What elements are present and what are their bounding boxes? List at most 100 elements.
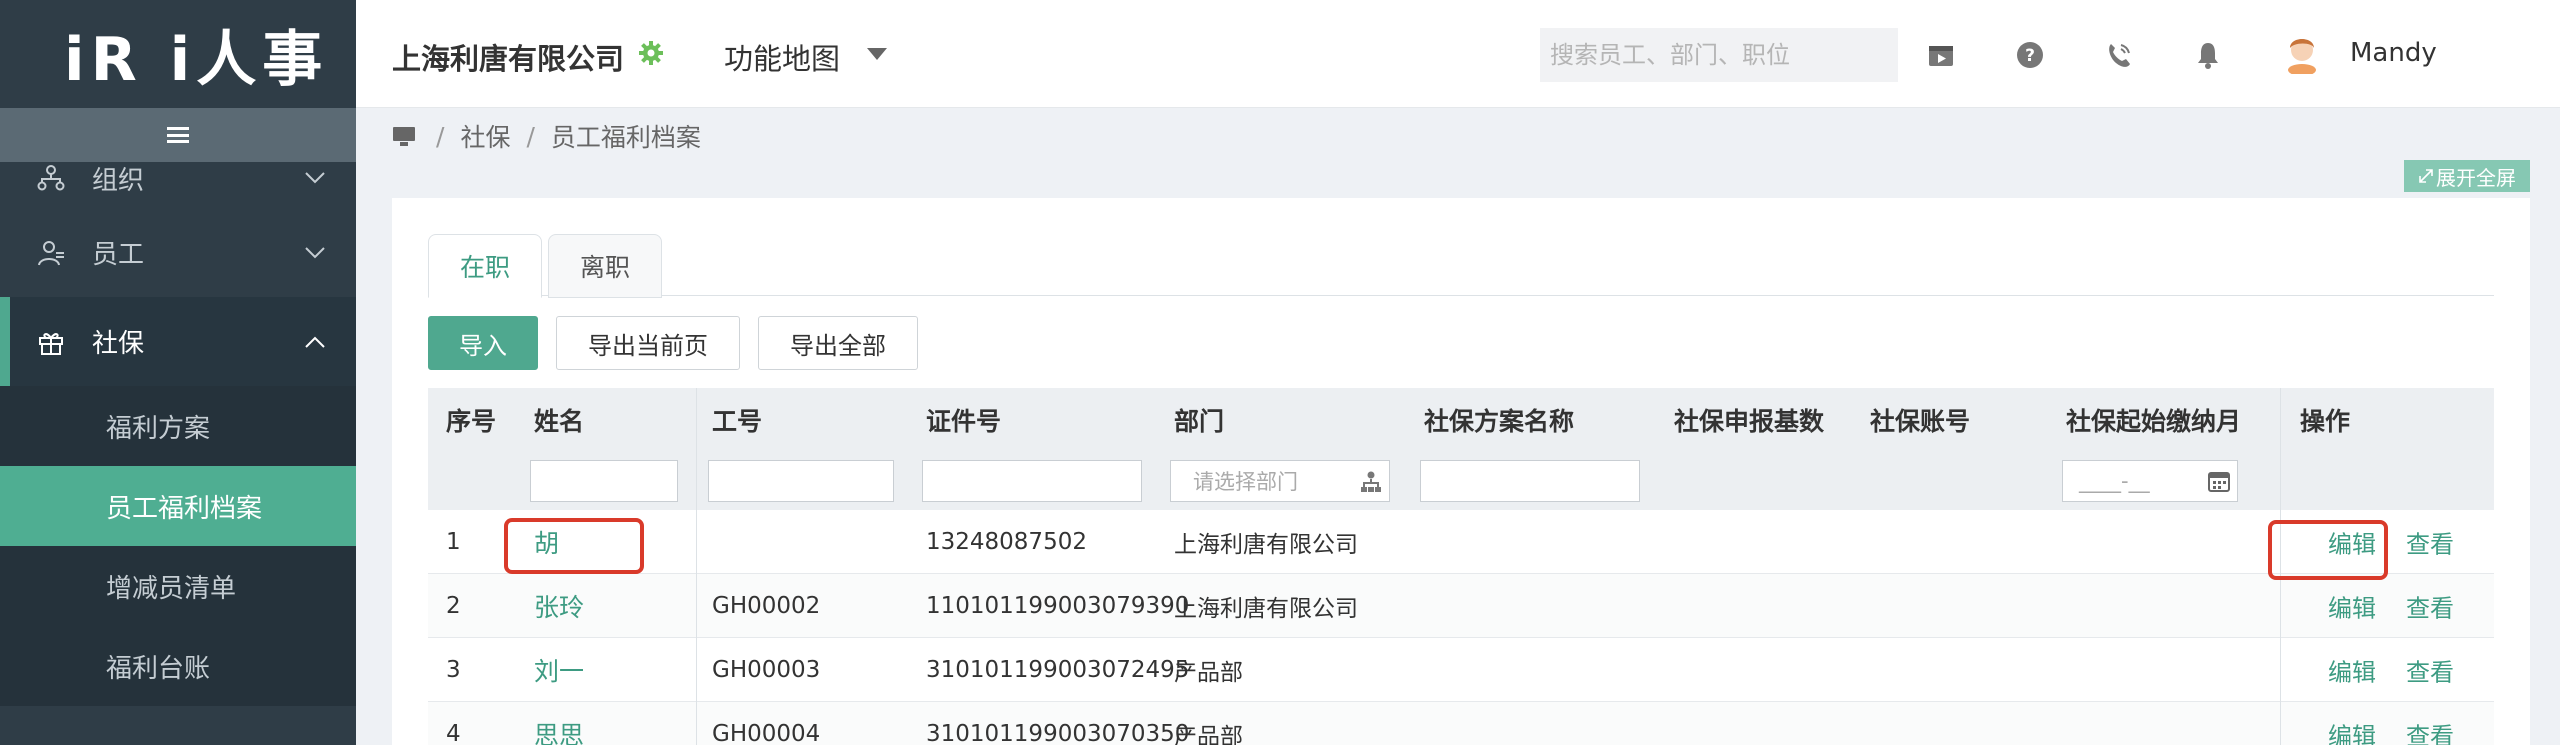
col-account: 社保账号 bbox=[1870, 407, 1971, 436]
cell-emp-no: GH00003 bbox=[712, 656, 821, 683]
employee-name-link[interactable]: 刘一 bbox=[534, 652, 584, 688]
subitem-label: 增减员清单 bbox=[106, 573, 237, 604]
subitem-label: 福利台账 bbox=[106, 653, 211, 684]
cell-seq: 1 bbox=[446, 528, 461, 555]
table-header: 序号 姓名 工号 证件号 部门 社保方案名称 社保申报基数 社保账号 社保起始缴… bbox=[428, 388, 2494, 510]
sidebar-menu: 组织 员工 社保 福利方案 员工福利档案 增减员清单 福利台账 bbox=[0, 148, 356, 706]
sidebar-item-social-security[interactable]: 社保 bbox=[0, 297, 356, 386]
company-name[interactable]: 上海利唐有限公司 bbox=[392, 36, 624, 78]
import-button[interactable]: 导入 bbox=[428, 316, 538, 370]
export-all-button[interactable]: 导出全部 bbox=[758, 316, 918, 370]
monitor-icon[interactable] bbox=[392, 125, 416, 147]
username[interactable]: Mandy bbox=[2350, 38, 2437, 68]
emp-no-filter-input[interactable] bbox=[708, 460, 894, 502]
view-link[interactable]: 查看 bbox=[2406, 588, 2454, 623]
sidebar-subitem-ledger[interactable]: 福利台账 bbox=[0, 626, 356, 706]
start-month-filter[interactable]: ____-__ bbox=[2062, 460, 2238, 502]
col-dept: 部门 bbox=[1174, 407, 1225, 436]
cell-emp-no: GH00004 bbox=[712, 720, 821, 745]
sidebar-subitem-change-list[interactable]: 增减员清单 bbox=[0, 546, 356, 626]
subitem-label: 员工福利档案 bbox=[106, 493, 263, 524]
cell-id-no: 110101199003079390 bbox=[926, 592, 1190, 619]
tab-active-employees[interactable]: 在职 bbox=[428, 234, 542, 298]
export-page-button[interactable]: 导出当前页 bbox=[556, 316, 740, 370]
tab-resigned-employees[interactable]: 离职 bbox=[548, 234, 662, 298]
tab-label: 离职 bbox=[579, 253, 630, 282]
gift-icon bbox=[39, 332, 63, 355]
app-logo[interactable]: iR i人事 bbox=[0, 0, 356, 108]
breadcrumb-separator: / bbox=[526, 121, 535, 151]
phone-icon[interactable] bbox=[2104, 40, 2134, 70]
avatar[interactable] bbox=[2282, 30, 2322, 74]
edit-highlight-box bbox=[2268, 520, 2388, 580]
table-row[interactable]: 1 胡 13248087502 上海利唐有限公司 编辑 查看 bbox=[428, 510, 2494, 574]
bell-icon[interactable] bbox=[2193, 40, 2223, 70]
table-row[interactable]: 4 思思 GH00004 310101199003070350 产品部 编辑 查… bbox=[428, 702, 2494, 745]
sidebar-subitem-employee-welfare[interactable]: 员工福利档案 bbox=[0, 466, 356, 546]
plan-filter-input[interactable] bbox=[1420, 460, 1640, 502]
search-input[interactable] bbox=[1540, 28, 1898, 82]
id-no-filter-input[interactable] bbox=[922, 460, 1142, 502]
sidebar-subitem-welfare-plan[interactable]: 福利方案 bbox=[0, 386, 356, 466]
col-seq: 序号 bbox=[446, 407, 497, 436]
view-link[interactable]: 查看 bbox=[2406, 524, 2454, 559]
employee-name-link[interactable]: 思思 bbox=[534, 716, 584, 745]
calendar-icon bbox=[2208, 472, 2230, 492]
col-emp-no: 工号 bbox=[712, 407, 763, 436]
table-row[interactable]: 2 张玲 GH00002 110101199003079390 上海利唐有限公司… bbox=[428, 574, 2494, 638]
welfare-table: 序号 姓名 工号 证件号 部门 社保方案名称 社保申报基数 社保账号 社保起始缴… bbox=[428, 388, 2494, 745]
cell-emp-no: GH00002 bbox=[712, 592, 821, 619]
sidebar: iR i人事 组织 员工 社保 福利方案 员工福利档案 增减员清单 福利台账 bbox=[0, 0, 356, 745]
cell-dept: 产品部 bbox=[1174, 723, 1243, 745]
logo-text: iR i人事 bbox=[64, 24, 329, 95]
breadcrumb-item[interactable]: 社保 bbox=[460, 118, 510, 154]
dept-filter-select[interactable]: 请选择部门 bbox=[1170, 460, 1390, 502]
caret-down-icon[interactable] bbox=[866, 47, 888, 61]
tab-label: 在职 bbox=[459, 253, 510, 282]
help-icon[interactable]: ? bbox=[2015, 40, 2045, 70]
col-start-month: 社保起始缴纳月 bbox=[2066, 407, 2242, 436]
video-icon[interactable] bbox=[1926, 40, 1956, 70]
edit-link[interactable]: 编辑 bbox=[2328, 716, 2376, 745]
view-link[interactable]: 查看 bbox=[2406, 716, 2454, 745]
gear-icon[interactable] bbox=[638, 40, 664, 66]
employee-name-link[interactable]: 张玲 bbox=[534, 588, 584, 624]
main-card: 在职 离职 导入 导出当前页 导出全部 序号 姓名 工号 证件号 部门 社保方案… bbox=[392, 198, 2530, 745]
col-base: 社保申报基数 bbox=[1674, 407, 1825, 436]
cell-seq: 4 bbox=[446, 720, 461, 745]
fullscreen-button[interactable]: 展开全屏 bbox=[2404, 160, 2530, 192]
col-id-no: 证件号 bbox=[926, 407, 1002, 436]
cell-dept: 产品部 bbox=[1174, 659, 1243, 686]
chevron-up-icon bbox=[305, 336, 325, 348]
view-link[interactable]: 查看 bbox=[2406, 652, 2454, 687]
cell-dept: 上海利唐有限公司 bbox=[1174, 531, 1358, 558]
col-ops: 操作 bbox=[2300, 407, 2351, 436]
sidebar-item-label: 社保 bbox=[92, 329, 145, 359]
sidebar-item-org[interactable]: 组织 bbox=[0, 148, 356, 208]
chevron-down-icon bbox=[305, 172, 325, 184]
edit-link[interactable]: 编辑 bbox=[2328, 588, 2376, 623]
breadcrumb-separator: / bbox=[436, 121, 445, 151]
subitem-label: 福利方案 bbox=[106, 413, 211, 444]
cell-id-no: 310101199003072495 bbox=[926, 656, 1190, 683]
name-highlight-box bbox=[504, 518, 644, 574]
function-map-menu[interactable]: 功能地图 bbox=[724, 36, 840, 78]
sidebar-item-label: 组织 bbox=[92, 165, 145, 196]
cell-id-no: 310101199003070350 bbox=[926, 720, 1190, 745]
svg-text:?: ? bbox=[2025, 46, 2035, 66]
breadcrumb: / 社保 / 员工福利档案 bbox=[392, 118, 701, 154]
fullscreen-label: 展开全屏 bbox=[2436, 165, 2516, 190]
hamburger-icon bbox=[167, 127, 189, 143]
name-filter-input[interactable] bbox=[530, 460, 678, 502]
status-tabs: 在职 离职 bbox=[428, 234, 2494, 298]
date-placeholder: ____-__ bbox=[2079, 469, 2150, 493]
org-icon bbox=[37, 165, 65, 191]
cell-id-no: 13248087502 bbox=[926, 528, 1087, 555]
cell-seq: 2 bbox=[446, 592, 461, 619]
sidebar-item-employee[interactable]: 员工 bbox=[0, 208, 356, 297]
expand-icon bbox=[2419, 169, 2433, 183]
cell-dept: 上海利唐有限公司 bbox=[1174, 595, 1358, 622]
table-row[interactable]: 3 刘一 GH00003 310101199003072495 产品部 编辑 查… bbox=[428, 638, 2494, 702]
edit-link[interactable]: 编辑 bbox=[2328, 652, 2376, 687]
breadcrumb-current: 员工福利档案 bbox=[550, 123, 701, 152]
